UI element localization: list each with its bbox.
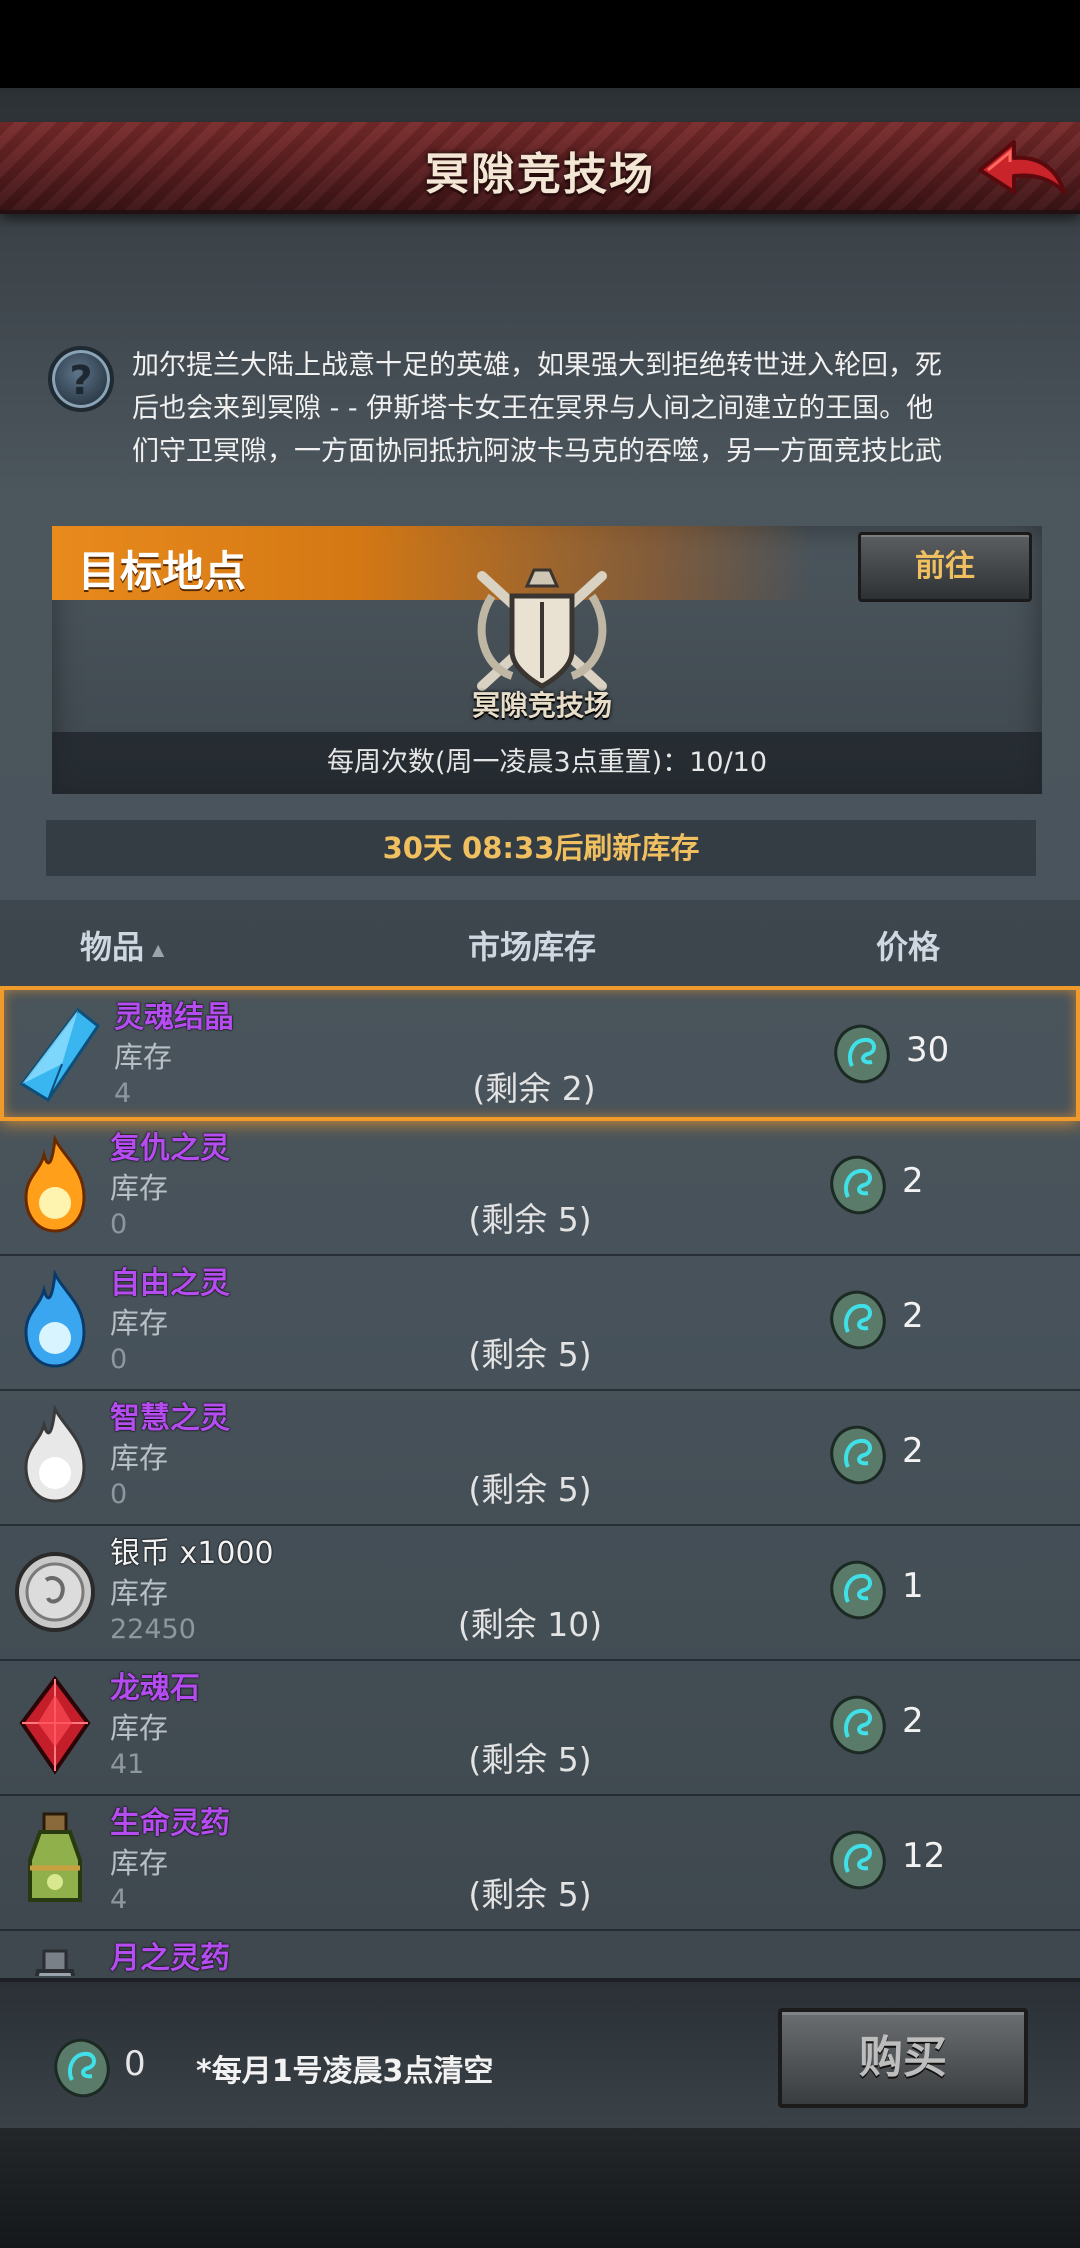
list-item[interactable]: 银币 x1000 库存 22450 (剩余 10) 1	[0, 1526, 1080, 1661]
location-name: 冥隙竞技场	[471, 689, 612, 722]
item-remaining: (剩余 5)	[468, 1470, 592, 1509]
reset-note: *每月1号凌晨3点清空	[196, 2054, 494, 2089]
list-item[interactable]: 龙魂石 库存 41 (剩余 5) 2	[0, 1661, 1080, 1796]
arena-description: 加尔提兰大陆上战意十足的英雄，如果强大到拒绝转世进入轮回，死 后也会来到冥隙 -…	[132, 350, 942, 467]
column-item[interactable]: 物品 ▲	[80, 922, 164, 968]
item-remaining: (剩余 5)	[468, 1200, 592, 1239]
item-name: 灵魂结晶	[114, 1000, 234, 1035]
item-price: 2	[902, 1161, 924, 1201]
item-stock: 0	[110, 1209, 128, 1240]
list-item[interactable]: 灵魂结晶 库存 4 (剩余 2) 30	[0, 986, 1080, 1121]
silver-coin-icon	[15, 1552, 95, 1632]
item-name: 月之灵药	[110, 1941, 230, 1976]
buy-button[interactable]: 购买	[778, 2008, 1028, 2108]
arena-coin-icon	[54, 2038, 110, 2098]
sort-asc-icon: ▲	[152, 939, 165, 959]
weekly-attempts: 每周次数(周一凌晨3点重置)：10/10	[52, 732, 1042, 794]
list-item[interactable]: 复仇之灵 库存 0 (剩余 5) 2	[0, 1121, 1080, 1256]
currency-balance: 0	[124, 2044, 146, 2084]
blue-crystal-icon	[19, 1007, 100, 1103]
column-stock[interactable]: 市场库存	[468, 922, 596, 968]
item-price: 1	[902, 1566, 924, 1606]
list-item[interactable]: 智慧之灵 库存 0 (剩余 5) 2	[0, 1391, 1080, 1526]
item-name: 龙魂石	[110, 1671, 200, 1706]
column-price[interactable]: 价格	[876, 922, 940, 968]
arena-coin-icon	[834, 1024, 890, 1084]
table-header: 物品 ▲ 市场库存 价格	[0, 900, 1080, 988]
item-price: 2	[902, 1431, 924, 1471]
fire-spirit-icon	[24, 1135, 86, 1233]
item-stock: 22450	[110, 1614, 196, 1645]
arena-coin-icon	[830, 1425, 886, 1485]
navigation-bar	[0, 2128, 1080, 2248]
arena-coin-icon	[830, 1290, 886, 1350]
green-potion-icon	[28, 1812, 82, 1902]
page-title: 冥隙竞技场	[425, 149, 655, 200]
item-stock: 0	[110, 1479, 128, 1510]
item-remaining: (剩余 10)	[457, 1605, 603, 1644]
arena-coin-icon	[830, 1830, 886, 1890]
item-stock: 41	[110, 1749, 145, 1780]
blue-spirit-icon	[24, 1270, 86, 1368]
item-remaining: (剩余 5)	[468, 1740, 592, 1779]
item-remaining: (剩余 5)	[468, 1875, 592, 1914]
item-stock: 4	[114, 1078, 132, 1109]
target-label: 目标地点	[78, 547, 247, 596]
back-arrow-icon	[978, 140, 1066, 194]
goto-button[interactable]: 前往	[858, 532, 1032, 602]
item-name: 智慧之灵	[110, 1401, 230, 1436]
list-item[interactable]: 自由之灵 库存 0 (剩余 5) 2	[0, 1256, 1080, 1391]
list-item[interactable]: 生命灵药 库存 4 (剩余 5) 12	[0, 1796, 1080, 1931]
item-name: 银币 x1000	[110, 1536, 274, 1571]
moon-potion-icon	[34, 1949, 76, 1976]
arena-coin-icon	[830, 1155, 886, 1215]
item-price: 30	[906, 1030, 950, 1070]
item-list[interactable]: 灵魂结晶 库存 4 (剩余 2) 30 复仇之灵 库存 0 (剩余 5) 2 自…	[0, 986, 1080, 1976]
arena-coin-icon	[830, 1695, 886, 1755]
shop-footer: 0 *每月1号凌晨3点清空 购买	[0, 1978, 1080, 2128]
back-button[interactable]	[974, 130, 1070, 208]
white-spirit-icon	[24, 1405, 86, 1503]
target-header: 目标地点	[52, 526, 812, 600]
item-price: 12	[902, 1836, 946, 1876]
refresh-timer: 30天 08:33后刷新库存	[46, 820, 1036, 876]
item-stock: 4	[110, 1884, 128, 1915]
item-remaining: (剩余 5)	[468, 1335, 592, 1374]
red-gem-icon	[19, 1675, 91, 1775]
item-name: 复仇之灵	[110, 1131, 230, 1166]
title-bar: 冥隙竞技场	[0, 122, 1080, 214]
target-location-panel: 目标地点 前往 冥隙竞技场 每周次数(周一凌晨3点重置)：10/10	[52, 526, 1042, 794]
item-name: 自由之灵	[110, 1266, 230, 1301]
arena-coin-icon	[830, 1560, 886, 1620]
item-price: 2	[902, 1296, 924, 1336]
item-remaining: (剩余 2)	[472, 1069, 596, 1108]
status-bar	[0, 0, 1080, 88]
item-stock: 0	[110, 1344, 128, 1375]
help-icon[interactable]: ?	[48, 346, 114, 412]
item-name: 生命灵药	[110, 1806, 230, 1841]
list-item[interactable]: 月之灵药	[0, 1931, 1080, 1976]
item-price: 2	[902, 1701, 924, 1741]
